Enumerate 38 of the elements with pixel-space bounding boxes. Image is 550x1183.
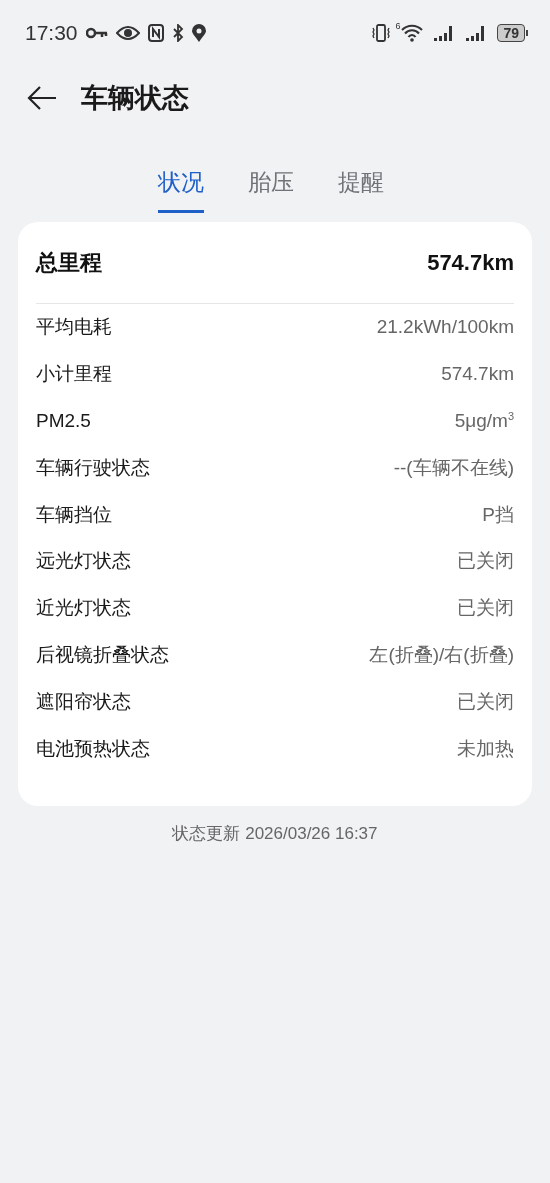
key-icon xyxy=(85,27,108,39)
summary-label: 总里程 xyxy=(36,248,102,277)
row-value: 未加热 xyxy=(457,736,514,761)
tab[interactable]: 提醒 xyxy=(338,164,384,213)
row-value: P挡 xyxy=(482,502,514,527)
summary-value: 574.7km xyxy=(427,249,514,276)
clock-time: 17:30 xyxy=(25,21,78,45)
row-label: 遮阳帘状态 xyxy=(36,689,131,714)
row-value: 574.7km xyxy=(441,363,514,386)
vibrate-icon xyxy=(371,24,392,42)
row-value: 已关闭 xyxy=(457,549,514,574)
row-label: 电池预热状态 xyxy=(36,736,150,761)
row-label: 车辆挡位 xyxy=(36,502,112,527)
wifi-icon xyxy=(401,24,424,42)
tab[interactable]: 状况 xyxy=(158,164,204,213)
row-value: 已关闭 xyxy=(457,596,514,621)
battery-icon: 79 xyxy=(497,24,528,42)
row-label: PM2.5 xyxy=(36,410,91,432)
row-value: 5μg/m$^{3}$ xyxy=(454,409,514,433)
row-value: 左(折叠)/右(折叠) xyxy=(369,642,514,667)
row-label: 小计里程 xyxy=(36,362,112,387)
wifi-label: 6 xyxy=(395,21,401,31)
row-value: 21.2kWh/100km xyxy=(376,316,514,339)
bluetooth-icon xyxy=(171,24,184,42)
row-value: --(车辆不在线) xyxy=(393,455,514,480)
row-label: 平均电耗 xyxy=(36,315,112,340)
location-icon xyxy=(191,24,206,42)
row-label: 近光灯状态 xyxy=(36,596,131,621)
row-value: 已关闭 xyxy=(457,689,514,714)
nfc-icon xyxy=(147,24,164,42)
row-label: 车辆行驶状态 xyxy=(36,455,150,480)
row-label: 远光灯状态 xyxy=(36,549,131,574)
eye-icon xyxy=(115,26,140,40)
back-button[interactable] xyxy=(27,85,57,111)
tab[interactable]: 胎压 xyxy=(248,164,294,213)
update-time-text: 状态更新 2026/03/26 16:37 xyxy=(172,823,378,845)
page-title: 车辆状态 xyxy=(81,82,189,115)
row-label: 后视镜折叠状态 xyxy=(36,642,169,667)
